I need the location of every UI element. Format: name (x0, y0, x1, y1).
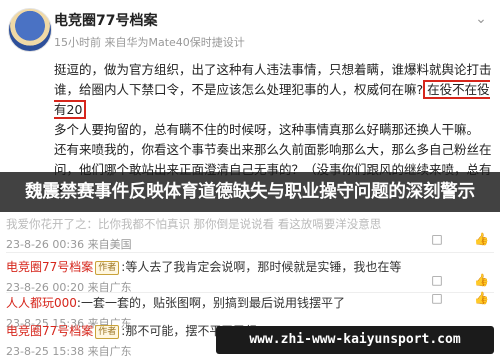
author-avatar[interactable] (8, 8, 52, 52)
like-icon[interactable]: 👍 (474, 273, 489, 287)
reply-icon[interactable]: □ (430, 291, 444, 305)
reply-icon[interactable]: □ (430, 232, 444, 246)
headline-banner: 魏震禁赛事件反映体育道德缺失与职业操守问题的深刻警示 (0, 172, 500, 212)
divider (6, 252, 494, 253)
author-badge: 作者 (95, 261, 120, 275)
post-line: 谁，给圈内人下禁口令，不是应该怎么处理犯事的人，权威何在嘛? 在役不在役有20 (54, 80, 490, 119)
author-badge: 作者 (95, 325, 120, 339)
comment-author[interactable]: 电竞圈77号档案 (6, 260, 93, 274)
comment-text: :等人去了我肯定会说啊，那时候就是实锤，我也在等 (121, 260, 402, 274)
comment-author[interactable]: 人人都玩000 (6, 296, 77, 310)
comment-text: 我爱你花开了之：比你我都不怕真识 那你倒是说说看 看这放嗝要洋没意思 (6, 217, 382, 231)
like-icon[interactable]: 👍 (474, 291, 489, 305)
post-meta: 15小时前 来自华为Mate40保时捷设计 (54, 36, 245, 49)
comment-author[interactable]: 电竞圈77号档案 (6, 324, 93, 338)
post-line: 还有来喷我的，你看这个事节奏出来那么久前面影响那么大，那么多自己粉丝在 (54, 142, 492, 157)
weibo-post: 电竞圈77号档案 15小时前 来自华为Mate40保时捷设计 ⌄ 挺逗的，做为官… (0, 0, 500, 362)
site-watermark: www.zhi-www-kaiyunsport.com (216, 326, 494, 354)
post-author-name[interactable]: 电竞圈77号档案 (54, 10, 157, 30)
post-line: 挺逗的，做为官方组织，出了这种有人违法事情，只想着瞒，谁爆料就舆论打击 (54, 62, 492, 77)
chevron-down-icon[interactable]: ⌄ (470, 8, 492, 30)
comment-item: 我爱你花开了之：比你我都不怕真识 那你倒是说说看 看这放嗝要洋没意思 23-8-… (6, 216, 486, 252)
post-line: 多个人要拘留的，总有瞒不住的时候呀，这种事情真那么好瞒那还换人干嘛。 (54, 122, 480, 137)
divider (6, 292, 494, 293)
comment-item: 电竞圈77号档案 作者:等人去了我肯定会说啊，那时候就是实锤，我也在等 23-8-… (6, 258, 486, 295)
like-icon[interactable]: 👍 (474, 232, 489, 246)
reply-icon[interactable]: □ (430, 273, 444, 287)
comment-meta: 23-8-26 00:36 来自美国 (6, 238, 132, 251)
comment-text: :一套一套的，贴张图啊，别搞到最后说用钱摆平了 (76, 296, 345, 310)
